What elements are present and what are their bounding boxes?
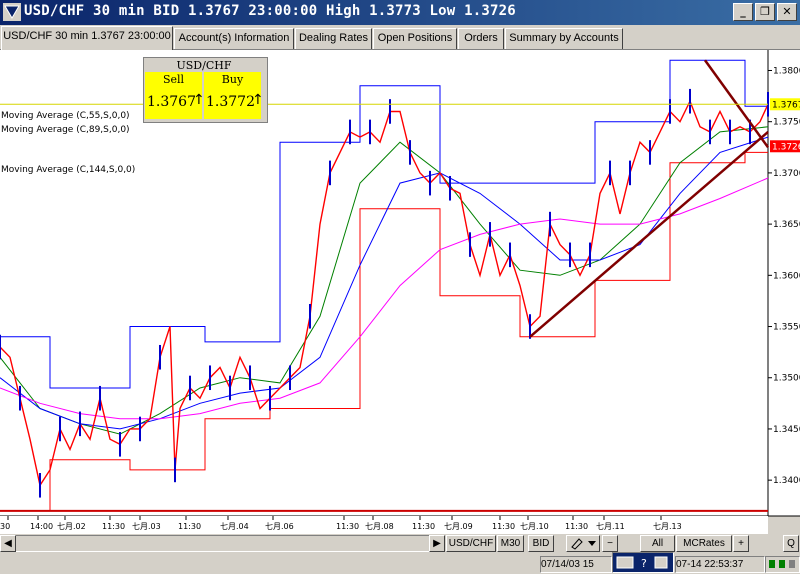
current-low-tag-label: 1.3726 bbox=[772, 142, 800, 152]
current-bid-tag-label: 1.3767 bbox=[772, 100, 800, 110]
tab-usdchf-chart[interactable]: USD/CHF 30 min 1.3767 23:00:00 bbox=[1, 26, 173, 50]
all-button[interactable]: All bbox=[640, 535, 675, 552]
tab-dealing-rates[interactable]: Dealing Rates bbox=[295, 28, 372, 49]
tab-account-information[interactable]: Account(s) Information bbox=[174, 28, 294, 49]
zoom-in-icon[interactable]: + bbox=[733, 535, 749, 552]
keyboard-icon bbox=[616, 556, 634, 569]
scroll-right-icon[interactable]: ▶ bbox=[429, 535, 445, 552]
buy-value: 1.3772 bbox=[206, 94, 255, 110]
app-icon bbox=[3, 3, 21, 21]
status-light-icon bbox=[789, 560, 795, 568]
sell-quote[interactable]: Sell 1.3767 ↑ bbox=[145, 72, 205, 119]
time-tick-label: 30 bbox=[0, 522, 10, 531]
tab-summary-by-accounts[interactable]: Summary by Accounts bbox=[505, 28, 623, 49]
tab-open-positions[interactable]: Open Positions bbox=[373, 28, 457, 49]
time-tick-label: 七月.06 bbox=[265, 522, 294, 531]
price-tick-label: 1.3450 bbox=[773, 425, 800, 435]
taskbar-tray: ? bbox=[612, 552, 674, 573]
price-tick-label: 1.3400 bbox=[773, 476, 800, 486]
minimize-button[interactable]: _ bbox=[733, 3, 753, 21]
chart-canvas[interactable]: 1.3800 1.3750 1.3700 1.3650 1.3600 1.3550 1.35… bbox=[0, 50, 800, 534]
time-tick-label: 七月.04 bbox=[220, 522, 249, 531]
status-date-left: 07/14/03 15 bbox=[540, 556, 612, 573]
quote-panel: USD/CHF Sell 1.3767 ↑ Buy 1.3772 ↑ bbox=[143, 57, 268, 123]
time-tick-label: 11:30 bbox=[102, 522, 125, 531]
draw-tool-dropdown[interactable] bbox=[566, 535, 600, 552]
time-tick-label: 七月.02 bbox=[57, 522, 86, 531]
buy-label: Buy bbox=[221, 73, 244, 86]
close-button[interactable]: ✕ bbox=[777, 3, 797, 21]
price-tick-label: 1.3700 bbox=[773, 169, 800, 179]
price-tick-label: 1.3600 bbox=[773, 271, 800, 281]
quote-symbol: USD/CHF bbox=[176, 59, 232, 72]
status-light-icon bbox=[779, 560, 785, 568]
time-tick-label: 七月.13 bbox=[653, 522, 682, 531]
price-mode-button[interactable]: BID bbox=[528, 535, 554, 552]
status-light-icon bbox=[769, 560, 775, 568]
ma89-label: Moving Average (C,89,S,0,0) bbox=[1, 125, 130, 135]
sell-up-arrow-icon: ↑ bbox=[193, 92, 205, 108]
tab-bar: USD/CHF 30 min 1.3767 23:00:00 Account(s… bbox=[0, 25, 800, 50]
time-tick-label: 七月.08 bbox=[365, 522, 394, 531]
price-tick-label: 1.3650 bbox=[773, 220, 800, 230]
time-tick-label: 七月.03 bbox=[132, 522, 161, 531]
time-tick-label: 七月.11 bbox=[596, 522, 625, 531]
status-datetime-right: 07-14 22:53:37 bbox=[675, 556, 765, 573]
tab-orders[interactable]: Orders bbox=[458, 28, 504, 49]
ma55-label: Moving Average (C,55,S,0,0) bbox=[1, 111, 130, 121]
time-tick-label: 11:30 bbox=[412, 522, 435, 531]
horizontal-scrollbar[interactable] bbox=[0, 535, 433, 552]
time-tick-label: 七月.10 bbox=[520, 522, 549, 531]
time-tick-label: 11:30 bbox=[492, 522, 515, 531]
maximize-button[interactable]: ❐ bbox=[755, 3, 775, 21]
buy-quote[interactable]: Buy 1.3772 ↑ bbox=[204, 72, 264, 119]
buy-up-arrow-icon: ↑ bbox=[252, 92, 264, 108]
time-tick-label: 11:30 bbox=[565, 522, 588, 531]
status-lights bbox=[765, 556, 800, 573]
ma144-label: Moving Average (C,144,S,0,0) bbox=[1, 165, 136, 175]
time-tick-label: 11:30 bbox=[178, 522, 201, 531]
time-tick-label: 七月.09 bbox=[444, 522, 473, 531]
sell-value: 1.3767 bbox=[147, 94, 196, 110]
price-tick-label: 1.3500 bbox=[773, 374, 800, 384]
x-tray-icon[interactable] bbox=[654, 556, 668, 569]
symbol-button[interactable]: USD/CHF bbox=[446, 535, 496, 552]
title-bar: USD/CHF 30 min BID 1.3767 23:00:00 High … bbox=[0, 0, 800, 25]
window-title: USD/CHF 30 min BID 1.3767 23:00:00 High … bbox=[24, 3, 516, 19]
zoom-out-icon[interactable]: − bbox=[602, 535, 618, 552]
time-tick-label: 14:00 bbox=[30, 522, 53, 531]
price-chart[interactable]: 1.3800 1.3750 1.3700 1.3650 1.3600 1.3550 1.35… bbox=[0, 50, 800, 534]
time-tick-label: 11:30 bbox=[336, 522, 359, 531]
price-tick-label: 1.3550 bbox=[773, 323, 800, 333]
help-icon[interactable]: ? bbox=[641, 557, 647, 570]
sell-label: Sell bbox=[162, 73, 185, 86]
scroll-left-icon[interactable]: ◀ bbox=[0, 535, 16, 552]
pencil-icon bbox=[571, 538, 596, 550]
q-button[interactable]: Q bbox=[783, 535, 799, 552]
status-bar: ◀ ▶ USD/CHF M30 BID − All MCRates + Q 07… bbox=[0, 534, 800, 574]
price-tick-label: 1.3800 bbox=[773, 66, 800, 76]
mcrates-button[interactable]: MCRates bbox=[676, 535, 732, 552]
price-tick-label: 1.3750 bbox=[773, 118, 800, 128]
period-button[interactable]: M30 bbox=[497, 535, 524, 552]
